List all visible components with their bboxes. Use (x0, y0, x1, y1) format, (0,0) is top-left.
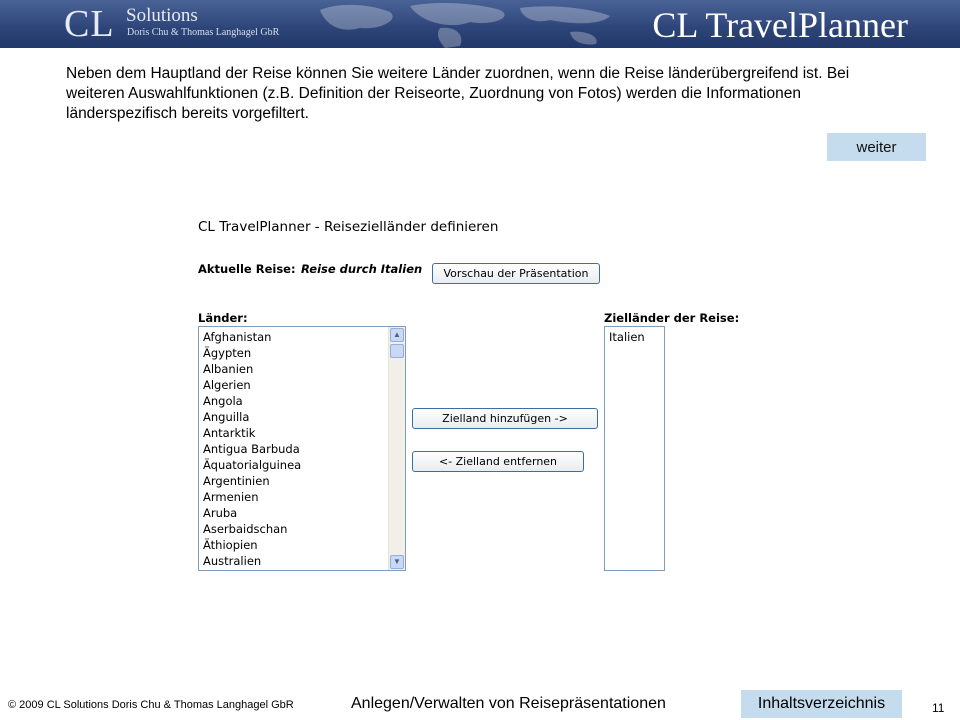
country-list-item[interactable]: Albanien (199, 361, 388, 377)
country-list-item[interactable]: Ägypten (199, 345, 388, 361)
country-list-item[interactable]: Aserbaidschan (199, 521, 388, 537)
footer-section-link[interactable]: Anlegen/Verwalten von Reisepräsentatione… (351, 695, 666, 713)
preview-button[interactable]: Vorschau der Präsentation (432, 263, 600, 284)
intro-text: Neben dem Hauptland der Reise können Sie… (66, 65, 850, 122)
destinations-label: Zielländer der Reise: (604, 311, 740, 325)
add-destination-button[interactable]: Zielland hinzufügen -> (412, 408, 598, 429)
country-list-item[interactable]: Angola (199, 393, 388, 409)
country-list-item[interactable]: Anguilla (199, 409, 388, 425)
world-map-graphic (320, 3, 610, 48)
current-trip-value: Reise durch Italien (301, 262, 423, 276)
footer-copyright: © 2009 CL Solutions Doris Chu & Thomas L… (8, 699, 294, 711)
country-list-item[interactable]: Antarktik (199, 425, 388, 441)
destinations-listbox[interactable]: Italien (604, 326, 665, 571)
country-list-item[interactable]: Äthiopien (199, 537, 388, 553)
country-list-item[interactable]: Algerien (199, 377, 388, 393)
window-title: CL TravelPlanner - Reisezielländer defin… (198, 219, 499, 235)
country-list-item[interactable]: Aruba (199, 505, 388, 521)
toc-button[interactable]: Inhaltsverzeichnis (741, 690, 902, 718)
country-list-item[interactable]: Argentinien (199, 473, 388, 489)
logo-cl: CL (64, 3, 115, 45)
countries-listbox[interactable]: Afghanistan Ägypten Albanien Algerien Angola… (198, 326, 406, 571)
country-list-item[interactable]: Armenien (199, 489, 388, 505)
remove-destination-button[interactable]: <- Zielland entfernen (412, 451, 584, 472)
scroll-thumb[interactable] (390, 344, 404, 358)
current-trip-label: Aktuelle Reise: (198, 262, 296, 276)
scroll-up-icon[interactable]: ▲ (390, 328, 404, 342)
logo-solutions: Solutions (126, 5, 198, 26)
country-list-item[interactable]: Antigua Barbuda (199, 441, 388, 457)
destination-list-item[interactable]: Italien (605, 329, 664, 345)
country-list-item[interactable]: Australien (199, 553, 388, 569)
countries-list: Afghanistan Ägypten Albanien Algerien Angola… (199, 327, 388, 569)
destinations-list: Italien (605, 327, 664, 345)
countries-label: Länder: (198, 311, 248, 325)
next-button[interactable]: weiter (827, 133, 926, 161)
page-number: 11 (932, 701, 945, 715)
countries-scrollbar[interactable]: ▲ ▼ (388, 327, 405, 570)
country-list-item[interactable]: Äquatorialguinea (199, 457, 388, 473)
app-title: CL TravelPlanner (652, 5, 908, 45)
header-banner: CL Solutions Doris Chu & Thomas Langhage… (0, 0, 960, 48)
country-list-item[interactable]: Afghanistan (199, 329, 388, 345)
logo-subtitle: Doris Chu & Thomas Langhagel GbR (127, 27, 280, 38)
scroll-down-icon[interactable]: ▼ (390, 555, 404, 569)
